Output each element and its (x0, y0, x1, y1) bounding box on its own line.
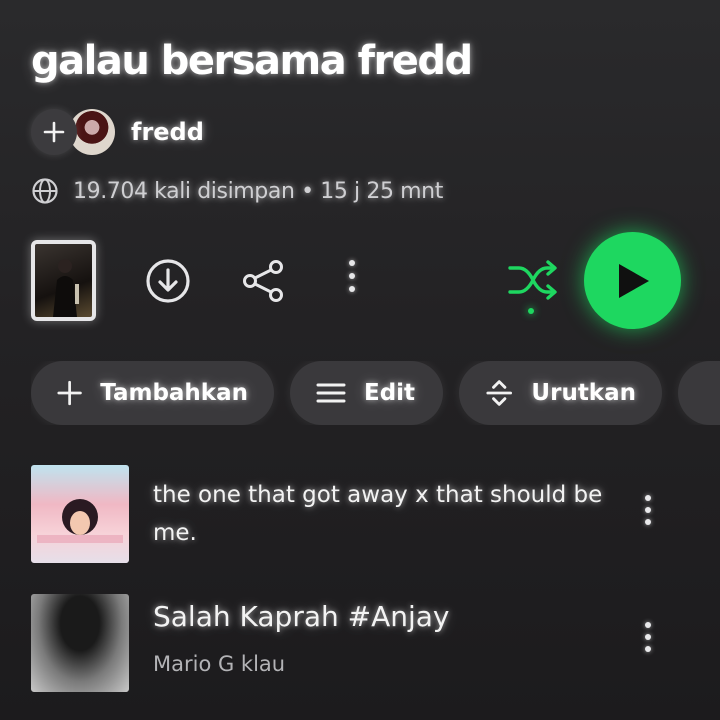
shuffle-button[interactable] (507, 258, 559, 306)
add-button[interactable]: Tambahkan (31, 361, 274, 425)
album-art-icon (37, 499, 123, 543)
more-vertical-icon (349, 260, 355, 292)
more-options-button[interactable] (349, 260, 355, 292)
track-cover (31, 594, 129, 692)
edit-label: Edit (364, 380, 416, 406)
meta-text: 19.704 kali disimpan • 15 j 25 mnt (73, 178, 443, 204)
more-chip[interactable] (678, 361, 720, 425)
plus-icon (43, 121, 65, 143)
filter-chips: Tambahkan Edit Urutkan (31, 361, 720, 425)
cover-art-icon (53, 259, 79, 317)
add-label: Tambahkan (100, 380, 248, 406)
edit-button[interactable]: Edit (290, 361, 443, 425)
track-more-button[interactable] (645, 622, 651, 652)
sort-label: Urutkan (531, 380, 636, 406)
track-artist: Mario G klau (153, 652, 286, 676)
playlist-meta: 19.704 kali disimpan • 15 j 25 mnt (31, 174, 443, 208)
track-row[interactable]: Salah Kaprah #Anjay Mario G klau (31, 594, 691, 692)
plus-icon (57, 380, 82, 406)
playlist-title: galau bersama fredd (31, 38, 473, 84)
owner-row: fredd (31, 108, 204, 156)
download-button[interactable] (143, 256, 193, 306)
track-title: the one that got away x that should be m… (153, 482, 603, 546)
add-collaborator-button[interactable] (31, 109, 77, 155)
play-icon (618, 263, 649, 298)
download-icon (146, 259, 190, 303)
share-icon (243, 260, 283, 302)
globe-icon (32, 178, 58, 204)
playlist-cover-thumbnail[interactable] (31, 240, 96, 321)
shuffle-icon (508, 260, 557, 300)
track-row[interactable]: the one that got away x that should be m… (31, 465, 691, 563)
shuffle-active-indicator (528, 308, 534, 314)
menu-icon (316, 383, 346, 403)
track-title: Salah Kaprah #Anjay (153, 600, 450, 633)
owner-name[interactable]: fredd (131, 118, 204, 146)
more-vertical-icon (645, 495, 651, 525)
action-bar (31, 232, 691, 332)
track-cover (31, 465, 129, 563)
play-button[interactable] (584, 232, 681, 329)
share-button[interactable] (241, 258, 287, 304)
track-more-button[interactable] (645, 495, 651, 525)
more-vertical-icon (645, 622, 651, 652)
sort-icon (486, 380, 513, 406)
sort-button[interactable]: Urutkan (459, 361, 662, 425)
